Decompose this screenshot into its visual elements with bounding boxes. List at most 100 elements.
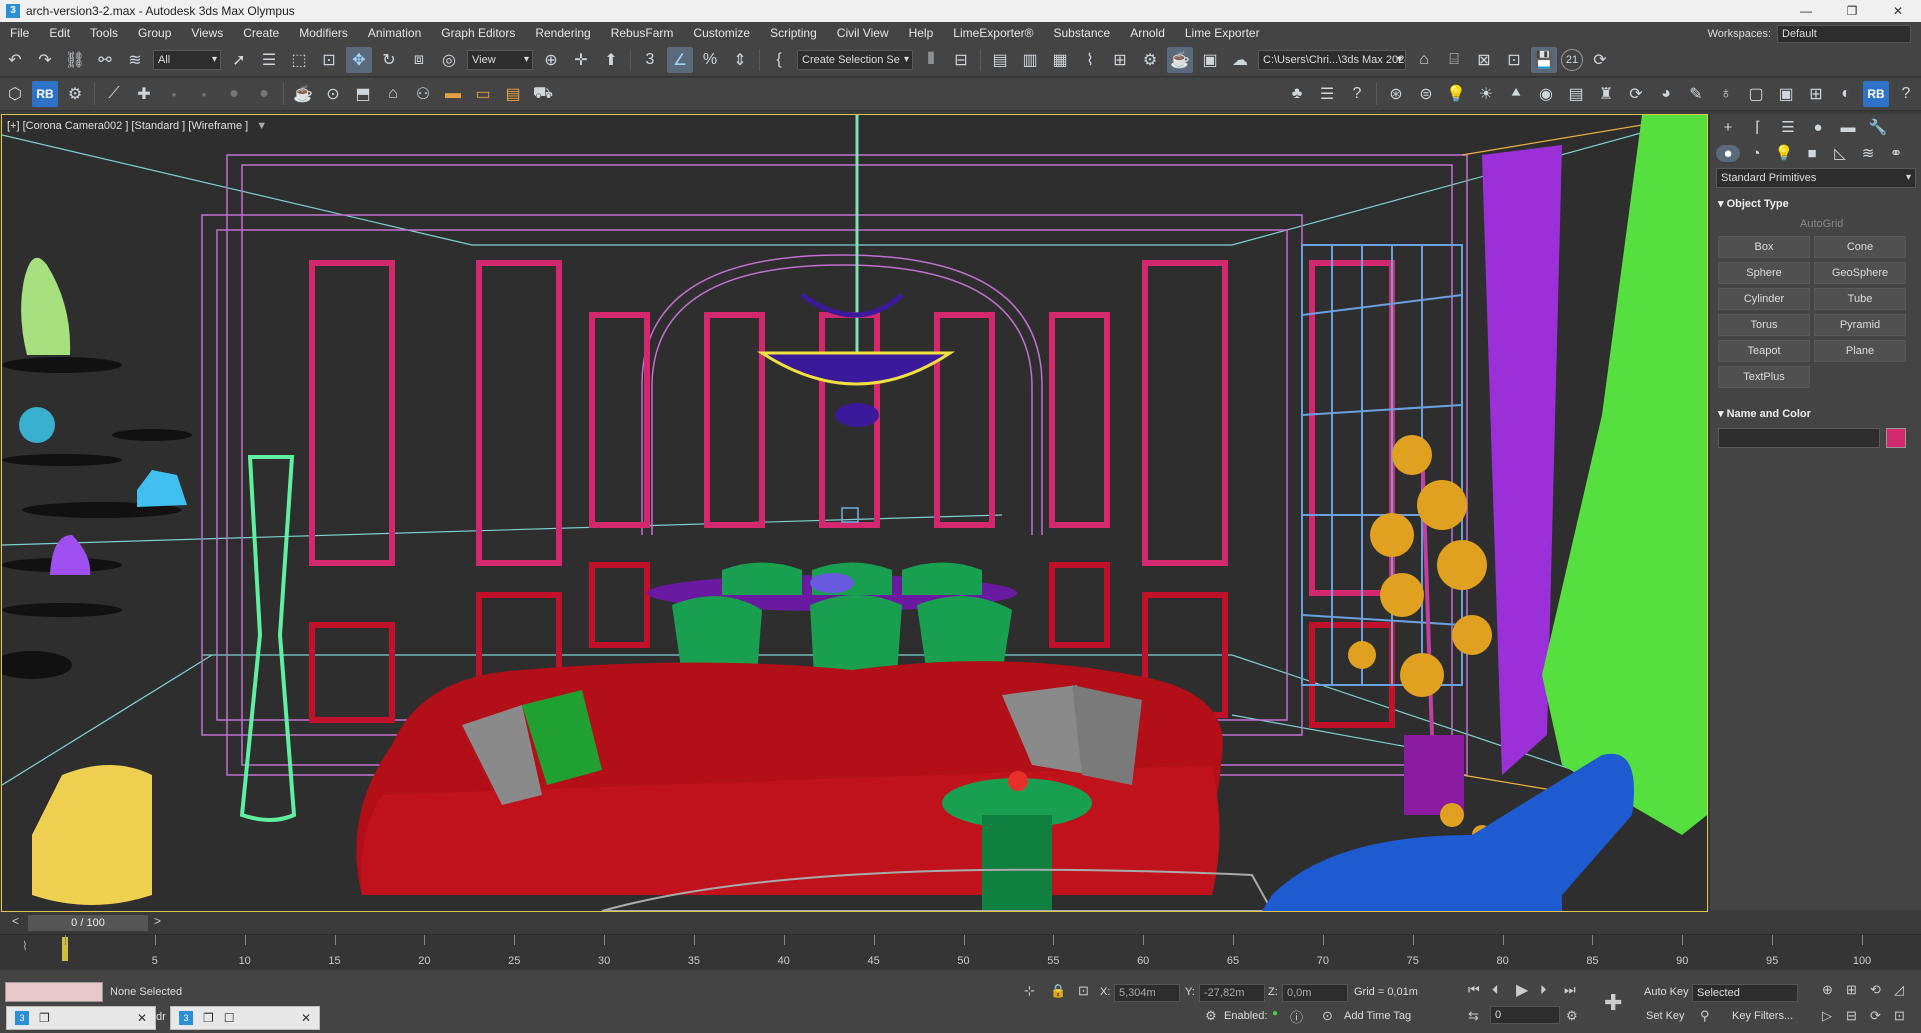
utilities-tab-icon[interactable]: 🔧 [1866,118,1890,136]
object-name-input[interactable] [1718,428,1880,448]
key-mode-toggle-icon[interactable]: ⇆ [1468,1008,1479,1024]
sphere-icon[interactable]: ◕ [1653,81,1679,107]
geosphere-button[interactable]: GeoSphere [1814,262,1906,284]
menu-lime-exporter[interactable]: Lime Exporter [1175,26,1270,40]
sun-icon[interactable]: ☀ [1473,81,1499,107]
house-icon[interactable]: ⌂ [380,81,406,107]
cameras-icon[interactable]: ■ [1800,145,1824,162]
menu-civil-view[interactable]: Civil View [827,26,899,40]
rebusfarm-button[interactable]: RB [32,81,58,107]
schematic-view-icon[interactable]: ⊞ [1107,47,1133,73]
save-icon[interactable]: 💾 [1531,47,1557,73]
paint-icon[interactable]: ✎ [1683,81,1709,107]
fov-icon[interactable]: ◿ [1894,982,1904,998]
time-prev-button[interactable]: < [12,914,19,928]
percent-snap-icon[interactable]: % [697,47,723,73]
mirror-icon[interactable]: ⫴ [918,47,944,73]
dot-icon[interactable]: ● [191,81,217,107]
menu-limeexporter-r[interactable]: LimeExporter® [943,26,1043,40]
zoom-icon[interactable]: ⊕ [1822,982,1833,998]
menu-tools[interactable]: Tools [80,26,128,40]
plane-button[interactable]: Plane [1814,340,1906,362]
menu-scripting[interactable]: Scripting [760,26,827,40]
version-badge-icon[interactable]: 21 [1561,49,1583,71]
absolute-mode-icon[interactable]: ⊡ [1078,983,1089,999]
play-icon[interactable]: ▶ [1516,980,1528,1000]
tag-icon[interactable]: ⊙ [1322,1008,1333,1024]
track-bar[interactable]: ⌇ 5 10 15 20 25 30 35 40 45 50 55 60 65 70 75 80 85 90 95 1… [0,934,1921,971]
set-key-big-icon[interactable]: ✚ [1604,990,1622,1016]
minimize-button[interactable]: — [1783,0,1829,22]
archive-icon[interactable]: ▤ [500,81,526,107]
ribbon-icon[interactable]: ▦ [1047,47,1073,73]
camera-icon[interactable]: ◉ [1533,81,1559,107]
render-region-icon[interactable]: ⊙ [320,81,346,107]
spacewarps-icon[interactable]: ≋ [1856,144,1880,162]
minimized-window-2[interactable]: 3 ❐ ☐ ✕ [170,1006,320,1030]
box-button[interactable]: Box [1718,236,1810,258]
lock-icon[interactable]: 🔒 [1050,983,1066,999]
maximize-viewport-icon[interactable]: ⊡ [1894,1008,1905,1024]
menu-views[interactable]: Views [181,26,233,40]
menu-substance[interactable]: Substance [1043,26,1120,40]
curve-editor-icon[interactable]: ⌇ [1077,47,1103,73]
key-mode-icon[interactable]: ⌇ [22,939,28,953]
corona-ipr-icon[interactable]: ⊜ [1413,81,1439,107]
display-tab-icon[interactable]: ▬ [1836,119,1860,136]
refresh-icon[interactable]: ⟳ [1623,81,1649,107]
next-frame-icon[interactable]: ⏵ [1540,982,1547,998]
list-panel-icon[interactable]: ☰ [1314,81,1340,107]
window-crossing-icon[interactable]: ⊡ [316,47,342,73]
curve-icon[interactable]: ⟋ [101,81,127,107]
mini-maximize-icon[interactable]: ☐ [224,1011,235,1025]
viewport-label[interactable]: [+] [Corona Camera002 ] [Standard ] [Wir… [7,120,267,132]
z-coordinate-field[interactable]: 0,0m [1282,984,1348,1002]
folder-open-icon[interactable]: ▭ [470,81,496,107]
selection-filter-dropdown[interactable]: All [153,50,221,70]
hierarchy-tab-icon[interactable]: ☰ [1776,118,1800,136]
render-production-icon[interactable]: ☁ [1227,47,1253,73]
material-editor-icon[interactable]: ⚙ [1137,47,1163,73]
mini-close-icon[interactable]: ✕ [137,1011,147,1025]
current-frame-field[interactable]: 0 [1490,1006,1560,1024]
helpers-icon[interactable]: ◺ [1828,144,1852,162]
menu-create[interactable]: Create [233,26,289,40]
x-coordinate-field[interactable]: 5,304m [1114,984,1180,1002]
roll-icon[interactable]: ⟳ [1870,1008,1881,1024]
plus-cross-icon[interactable]: ✚ [131,81,157,107]
object-type-rollout[interactable]: ▾ Object Type [1710,194,1921,214]
gear-icon[interactable]: ⚙ [62,81,88,107]
hexagon-icon[interactable]: ⬡ [2,81,28,107]
align-icon[interactable]: ⊟ [948,47,974,73]
undo-icon[interactable]: ↶ [2,47,28,73]
key-filters-button[interactable]: Key Filters... [1732,1010,1793,1022]
pivot-center-icon[interactable]: ⊕ [538,47,564,73]
circle-large-icon[interactable]: ● [251,81,277,107]
time-config-icon[interactable]: ⚙ [1566,1008,1578,1024]
maximize-button[interactable]: ❐ [1829,0,1875,22]
viewport[interactable]: [+] [Corona Camera002 ] [Standard ] [Wir… [1,114,1708,912]
pan-icon[interactable]: ▷ [1822,1008,1832,1024]
menu-file[interactable]: File [0,26,39,40]
save-project-icon[interactable]: ⌸ [1441,47,1467,73]
zoom-all-icon[interactable]: ⊞ [1846,982,1857,998]
menu-rendering[interactable]: Rendering [525,26,600,40]
menu-arnold[interactable]: Arnold [1120,26,1175,40]
orbit-icon[interactable]: ⟲ [1870,982,1881,998]
people-icon[interactable]: ⚇ [410,81,436,107]
mini-restore-icon[interactable]: ❐ [39,1011,50,1025]
minimized-window-1[interactable]: 3 ❐ ✕ [6,1006,156,1030]
isolate-icon[interactable]: ⊹ [1024,983,1035,999]
rendered-frame-icon[interactable]: ▣ [1197,47,1223,73]
menu-customize[interactable]: Customize [683,26,760,40]
dot-icon[interactable]: ● [161,81,187,107]
modify-tab-icon[interactable]: ⌈ [1746,118,1770,136]
close-button[interactable]: ✕ [1875,0,1921,22]
layout-icon[interactable]: ▢ [1743,81,1769,107]
geometry-icon[interactable]: ● [1716,144,1740,162]
prev-frame-icon[interactable]: ⏴ [1492,982,1499,998]
info-icon[interactable]: ⓘ [1290,1007,1303,1026]
sync-icon[interactable]: ⟳ [1587,47,1613,73]
bulb-icon[interactable]: ♁ [1713,81,1739,107]
material-library-icon[interactable]: ▤ [1563,81,1589,107]
